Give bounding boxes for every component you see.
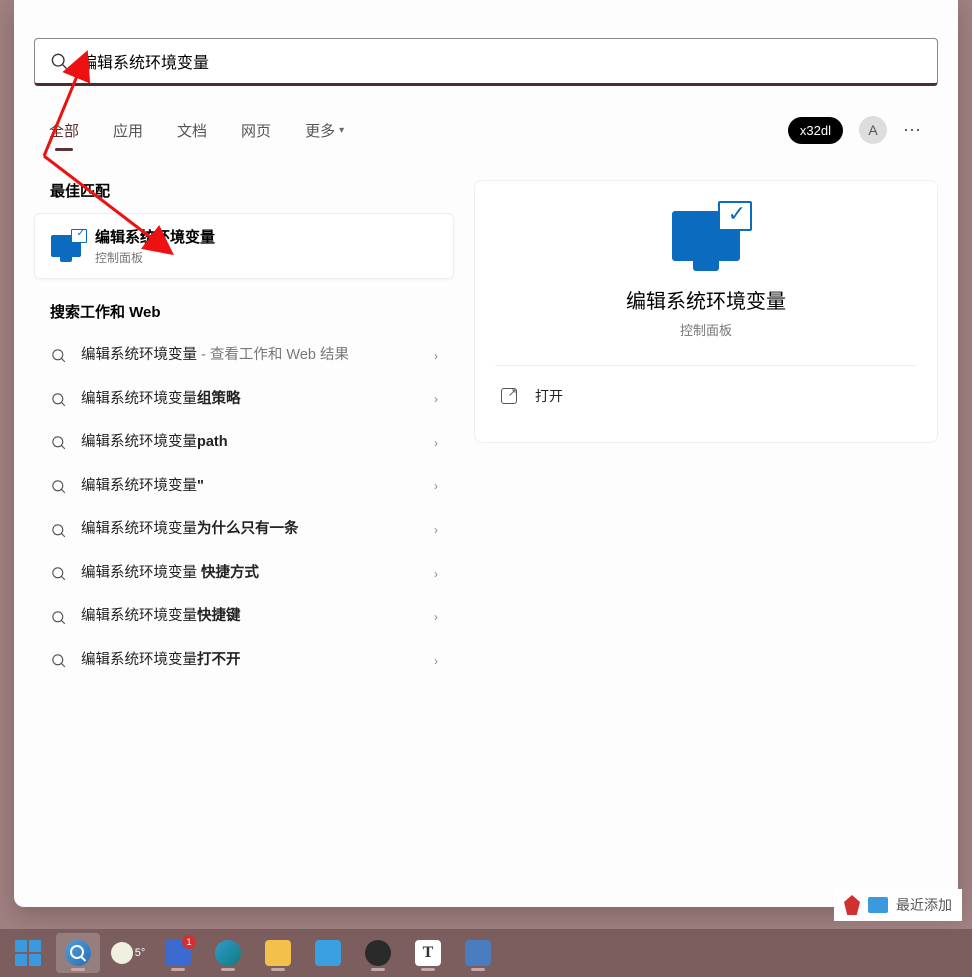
tab-more-label: 更多	[305, 120, 335, 141]
search-icon	[65, 940, 91, 966]
web-result-text: 编辑系统环境变量 快捷方式	[81, 564, 434, 584]
best-match-title: 编辑系统环境变量	[95, 226, 215, 247]
search-icon	[50, 347, 67, 364]
weather-temp: 5°	[135, 947, 146, 959]
search-icon	[49, 51, 69, 71]
chevron-right-icon: ›	[434, 436, 438, 450]
taskbar-app-1[interactable]	[306, 933, 350, 973]
more-options-button[interactable]: ⋯	[903, 120, 923, 141]
account-badge[interactable]: x32dl	[788, 117, 843, 144]
web-result-item[interactable]: 编辑系统环境变量为什么只有一条›	[34, 508, 454, 552]
best-match-subtitle: 控制面板	[95, 249, 215, 266]
taskbar-typora[interactable]: T	[406, 933, 450, 973]
chevron-right-icon: ›	[434, 567, 438, 581]
web-result-text: 编辑系统环境变量"	[81, 477, 434, 497]
best-match-header: 最佳匹配	[50, 180, 454, 201]
open-external-icon	[501, 388, 517, 404]
web-result-text: 编辑系统环境变量打不开	[81, 651, 434, 671]
taskbar: 5° 1 T	[0, 929, 972, 977]
pin-icon	[844, 895, 860, 915]
web-result-item[interactable]: 编辑系统环境变量快捷键›	[34, 595, 454, 639]
download-icon	[365, 940, 391, 966]
search-icon	[50, 522, 67, 539]
search-icon	[50, 565, 67, 582]
chevron-right-icon: ›	[434, 349, 438, 363]
web-results-header: 搜索工作和 Web	[50, 301, 454, 322]
web-result-text: 编辑系统环境变量快捷键	[81, 607, 434, 627]
taskbar-explorer[interactable]	[256, 933, 300, 973]
taskbar-vmware[interactable]	[456, 933, 500, 973]
recent-label: 最近添加	[896, 895, 952, 915]
tab-all[interactable]: 全部	[49, 120, 79, 141]
search-icon	[50, 652, 67, 669]
windows-search-panel: 全部 应用 文档 网页 更多 ▾ x32dl A ⋯ 最佳匹配 编辑系统环境变量…	[14, 0, 958, 907]
edge-icon	[215, 940, 241, 966]
tab-more[interactable]: 更多 ▾	[305, 120, 344, 141]
web-result-text: 编辑系统环境变量 - 查看工作和 Web 结果	[81, 346, 434, 366]
best-match-item[interactable]: 编辑系统环境变量 控制面板	[34, 213, 454, 279]
chevron-right-icon: ›	[434, 479, 438, 493]
search-icon	[50, 609, 67, 626]
tab-docs[interactable]: 文档	[177, 120, 207, 141]
app-icon	[868, 897, 888, 913]
web-result-item[interactable]: 编辑系统环境变量打不开›	[34, 639, 454, 683]
start-button[interactable]	[6, 933, 50, 973]
web-results-list: 编辑系统环境变量 - 查看工作和 Web 结果›编辑系统环境变量组策略›编辑系统…	[34, 334, 454, 683]
text-app-icon: T	[415, 940, 441, 966]
vm-icon	[465, 940, 491, 966]
notification-badge: 1	[182, 935, 196, 949]
control-panel-icon	[672, 211, 740, 261]
web-result-item[interactable]: 编辑系统环境变量组策略›	[34, 378, 454, 422]
web-result-text: 编辑系统环境变量path	[81, 433, 434, 453]
tab-apps[interactable]: 应用	[113, 120, 143, 141]
divider	[495, 365, 917, 366]
taskbar-search-button[interactable]	[56, 933, 100, 973]
filter-tabs: 全部 应用 文档 网页 更多 ▾ x32dl A ⋯	[49, 112, 923, 148]
web-result-item[interactable]: 编辑系统环境变量"›	[34, 465, 454, 509]
search-bar[interactable]	[34, 38, 938, 86]
windows-logo-icon	[15, 940, 41, 966]
web-result-item[interactable]: 编辑系统环境变量path›	[34, 421, 454, 465]
chevron-right-icon: ›	[434, 392, 438, 406]
control-panel-icon	[51, 235, 81, 257]
tab-web[interactable]: 网页	[241, 120, 271, 141]
search-icon	[50, 478, 67, 495]
web-result-item[interactable]: 编辑系统环境变量 快捷方式›	[34, 552, 454, 596]
taskbar-weather[interactable]: 5°	[106, 933, 150, 973]
background-start-menu-snippet: 最近添加	[834, 889, 962, 921]
results-left-column: 最佳匹配 编辑系统环境变量 控制面板 搜索工作和 Web 编辑系统环境变量 - …	[34, 180, 454, 683]
taskbar-idm[interactable]	[356, 933, 400, 973]
taskbar-todo[interactable]: 1	[156, 933, 200, 973]
open-label: 打开	[535, 386, 563, 406]
detail-subtitle: 控制面板	[495, 320, 917, 339]
web-result-text: 编辑系统环境变量组策略	[81, 390, 434, 410]
weather-icon	[111, 942, 133, 964]
detail-pane: 编辑系统环境变量 控制面板 打开	[474, 180, 938, 683]
chevron-right-icon: ›	[434, 610, 438, 624]
open-action[interactable]: 打开	[495, 374, 917, 418]
chevron-down-icon: ▾	[339, 125, 344, 136]
web-result-text: 编辑系统环境变量为什么只有一条	[81, 520, 434, 540]
chevron-right-icon: ›	[434, 654, 438, 668]
folder-icon	[265, 940, 291, 966]
chevron-right-icon: ›	[434, 523, 438, 537]
avatar[interactable]: A	[859, 116, 887, 144]
taskbar-edge[interactable]	[206, 933, 250, 973]
web-result-item[interactable]: 编辑系统环境变量 - 查看工作和 Web 结果›	[34, 334, 454, 378]
detail-title: 编辑系统环境变量	[495, 285, 917, 314]
search-icon	[50, 434, 67, 451]
search-icon	[50, 391, 67, 408]
search-input[interactable]	[81, 52, 923, 70]
app-icon	[315, 940, 341, 966]
